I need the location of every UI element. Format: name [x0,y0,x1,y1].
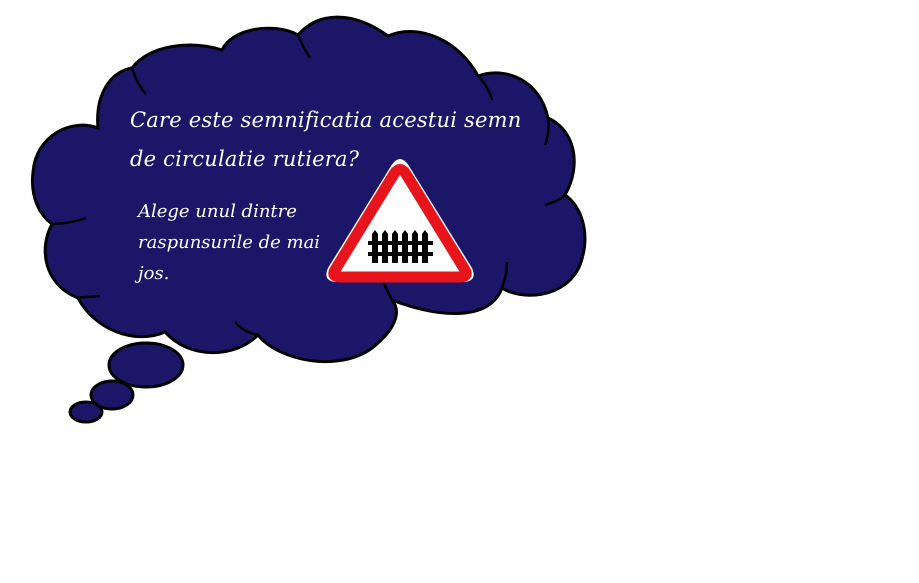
thought-bubble-graphic [30,15,587,424]
instruction-line-1: Alege unul dintre [138,201,297,222]
instruction-line-3: jos. [138,263,170,284]
thought-bubble-large [107,341,185,389]
question-line-2: de circulatie rutiera? [130,147,360,171]
question-text: Care este semnificatia acestui semn de c… [130,101,522,179]
thought-bubble-small [68,400,104,424]
question-line-1: Care este semnificatia acestui semn [130,108,522,132]
thought-cloud [30,15,587,364]
instruction-line-2: raspunsurile de mai [138,232,321,253]
instruction-text: Alege unul dintre raspunsurile de mai jo… [138,196,328,289]
